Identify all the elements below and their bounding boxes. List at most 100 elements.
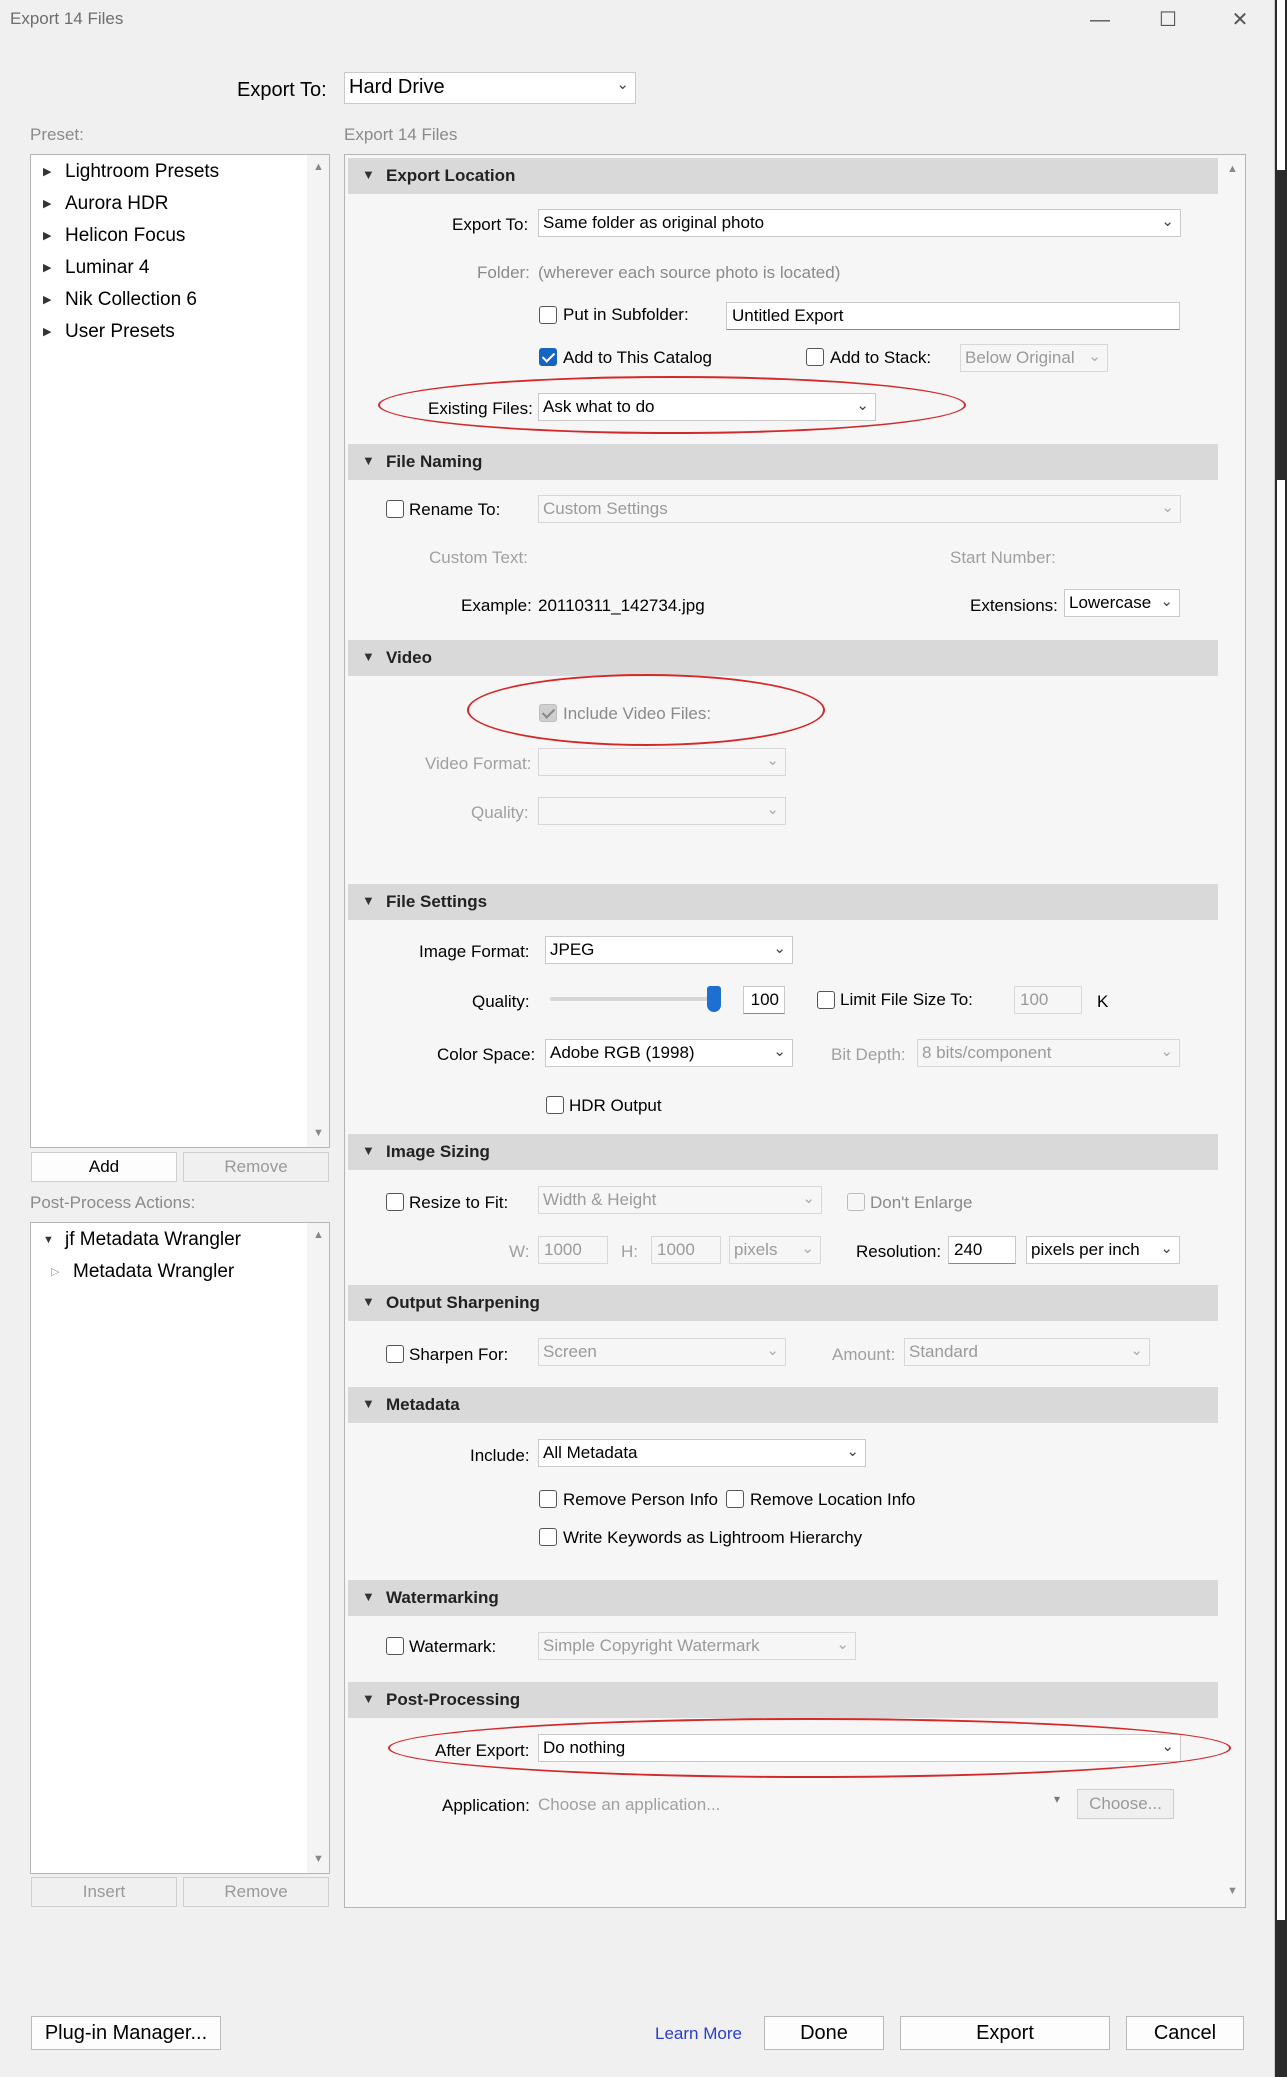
post-process-actions-list[interactable]: ▼ jf Metadata Wrangler ▷ Metadata Wrangler…: [30, 1222, 330, 1874]
add-to-stack-checkbox[interactable]: [806, 348, 824, 366]
export-dialog: Export 14 Files — ☐ ✕ Export To: Hard Dr…: [0, 0, 1275, 2077]
quality-input[interactable]: 100: [743, 986, 785, 1014]
metadata-include-dropdown[interactable]: All Metadata ⌄: [538, 1439, 866, 1467]
plugin-manager-button[interactable]: Plug-in Manager...: [31, 2016, 221, 2050]
size-unit-dropdown[interactable]: pixels ⌄: [729, 1236, 821, 1264]
collapse-triangle-icon: ▼: [362, 1691, 375, 1706]
hdr-output-checkbox[interactable]: [546, 1096, 564, 1114]
put-in-subfolder-checkbox[interactable]: [539, 306, 557, 324]
dont-enlarge-checkbox[interactable]: [847, 1193, 865, 1211]
add-preset-button[interactable]: Add: [31, 1152, 177, 1182]
export-button[interactable]: Export: [900, 2016, 1110, 2050]
chevron-down-icon: ⌄: [766, 752, 779, 769]
image-format-dropdown[interactable]: JPEG ⌄: [545, 936, 793, 964]
location-export-to-dropdown[interactable]: Same folder as original photo ⌄: [538, 209, 1181, 237]
video-format-dropdown[interactable]: ⌄: [538, 748, 786, 776]
section-image-sizing[interactable]: ▼ Image Sizing: [348, 1134, 1218, 1170]
section-output-sharpening[interactable]: ▼ Output Sharpening: [348, 1285, 1218, 1321]
resolution-unit-dropdown[interactable]: pixels per inch ⌄: [1026, 1236, 1180, 1264]
preset-list[interactable]: ▶ Lightroom Presets ▶ Aurora HDR ▶ Helicon …: [30, 154, 330, 1148]
remove-action-button[interactable]: Remove: [183, 1877, 329, 1907]
scroll-down-icon[interactable]: ▼: [313, 1853, 324, 1865]
add-to-stack-dropdown[interactable]: Below Original ⌄: [960, 344, 1108, 372]
cancel-button[interactable]: Cancel: [1126, 2016, 1244, 2050]
rename-to-label: Rename To:: [409, 500, 501, 519]
rename-to-dropdown[interactable]: Custom Settings ⌄: [538, 495, 1181, 523]
scroll-up-icon[interactable]: ▲: [313, 161, 324, 173]
subfolder-name-input[interactable]: Untitled Export: [726, 302, 1180, 330]
action-item[interactable]: ▷ Metadata Wrangler: [51, 1261, 234, 1283]
rename-to-checkbox[interactable]: [386, 500, 404, 518]
quality-slider[interactable]: [548, 983, 728, 1023]
chevron-down-icon: ⌄: [802, 1190, 815, 1207]
preset-item[interactable]: ▶ Luminar 4: [43, 257, 150, 279]
preset-item[interactable]: ▶ Nik Collection 6: [43, 289, 197, 311]
application-combobox[interactable]: Choose an application... ▾: [538, 1790, 1068, 1818]
bit-depth-dropdown[interactable]: 8 bits/component ⌄: [917, 1039, 1180, 1067]
settings-scrollbar[interactable]: ▲ ▼: [1220, 155, 1245, 1907]
example-value: 20110311_142734.jpg: [538, 596, 705, 615]
scroll-down-icon[interactable]: ▼: [1227, 1885, 1238, 1897]
section-file-settings[interactable]: ▼ File Settings: [348, 884, 1218, 920]
section-metadata[interactable]: ▼ Metadata: [348, 1387, 1218, 1423]
annotation-circle: [467, 674, 825, 746]
annotation-circle: [378, 376, 966, 434]
color-space-dropdown[interactable]: Adobe RGB (1998) ⌄: [545, 1039, 793, 1067]
resize-to-fit-dropdown[interactable]: Width & Height ⌄: [538, 1186, 822, 1214]
watermark-dropdown[interactable]: Simple Copyright Watermark ⌄: [538, 1632, 856, 1660]
write-keywords-checkbox[interactable]: [539, 1528, 557, 1546]
insert-action-button[interactable]: Insert: [31, 1877, 177, 1907]
actions-scrollbar[interactable]: ▲ ▼: [307, 1223, 329, 1873]
remove-person-info-checkbox[interactable]: [539, 1490, 557, 1508]
preset-item[interactable]: ▶ Aurora HDR: [43, 193, 168, 215]
sharpen-for-dropdown[interactable]: Screen ⌄: [538, 1338, 786, 1366]
export-to-dropdown[interactable]: Hard Drive ⌄: [344, 72, 636, 104]
preset-item[interactable]: ▶ User Presets: [43, 321, 175, 343]
sharpen-for-checkbox[interactable]: [386, 1345, 404, 1363]
limit-file-size-input[interactable]: 100: [1014, 986, 1082, 1014]
expand-arrow-icon: ▶: [43, 230, 52, 243]
resolution-input[interactable]: 240: [948, 1236, 1016, 1264]
scroll-down-icon[interactable]: ▼: [313, 1127, 324, 1139]
scroll-up-icon[interactable]: ▲: [1227, 163, 1238, 175]
height-input[interactable]: 1000: [651, 1236, 721, 1264]
action-group[interactable]: ▼ jf Metadata Wrangler: [43, 1229, 241, 1251]
add-to-catalog-checkbox[interactable]: [539, 348, 557, 366]
application-placeholder: Choose an application...: [538, 1795, 721, 1814]
section-watermarking[interactable]: ▼ Watermarking: [348, 1580, 1218, 1616]
section-post-processing[interactable]: ▼ Post-Processing: [348, 1682, 1218, 1718]
preset-scrollbar[interactable]: ▲ ▼: [307, 155, 329, 1147]
export-to-label: Export To:: [237, 79, 327, 101]
extensions-dropdown[interactable]: Lowercase ⌄: [1064, 589, 1180, 617]
slider-thumb[interactable]: [707, 986, 721, 1012]
height-label: H:: [621, 1242, 638, 1261]
section-file-naming[interactable]: ▼ File Naming: [348, 444, 1218, 480]
resize-to-fit-checkbox[interactable]: [386, 1193, 404, 1211]
dont-enlarge-label: Don't Enlarge: [870, 1193, 973, 1212]
collapse-triangle-icon: ▼: [362, 1294, 375, 1309]
section-video[interactable]: ▼ Video: [348, 640, 1218, 676]
watermark-checkbox[interactable]: [386, 1637, 404, 1655]
remove-preset-button[interactable]: Remove: [183, 1152, 329, 1182]
amount-dropdown[interactable]: Standard ⌄: [904, 1338, 1150, 1366]
close-icon[interactable]: ✕: [1220, 6, 1260, 34]
preset-item[interactable]: ▶ Helicon Focus: [43, 225, 185, 247]
video-quality-dropdown[interactable]: ⌄: [538, 797, 786, 825]
done-button[interactable]: Done: [764, 2016, 884, 2050]
collapse-triangle-icon: ▼: [362, 649, 375, 664]
image-format-label: Image Format:: [419, 942, 530, 961]
chevron-down-icon: ⌄: [836, 1636, 849, 1653]
maximize-icon[interactable]: ☐: [1148, 6, 1188, 34]
choose-application-button[interactable]: Choose...: [1077, 1789, 1174, 1819]
collapse-triangle-icon: ▼: [362, 453, 375, 468]
preset-item[interactable]: ▶ Lightroom Presets: [43, 161, 219, 183]
learn-more-link[interactable]: Learn More: [655, 2024, 742, 2044]
limit-file-size-checkbox[interactable]: [817, 991, 835, 1009]
section-export-location[interactable]: ▼ Export Location: [348, 158, 1218, 194]
scroll-up-icon[interactable]: ▲: [313, 1229, 324, 1241]
minimize-icon[interactable]: —: [1080, 6, 1120, 34]
width-input[interactable]: 1000: [538, 1236, 608, 1264]
remove-location-info-label: Remove Location Info: [750, 1490, 916, 1509]
collapse-triangle-icon: ▼: [362, 1396, 375, 1411]
remove-location-info-checkbox[interactable]: [726, 1490, 744, 1508]
